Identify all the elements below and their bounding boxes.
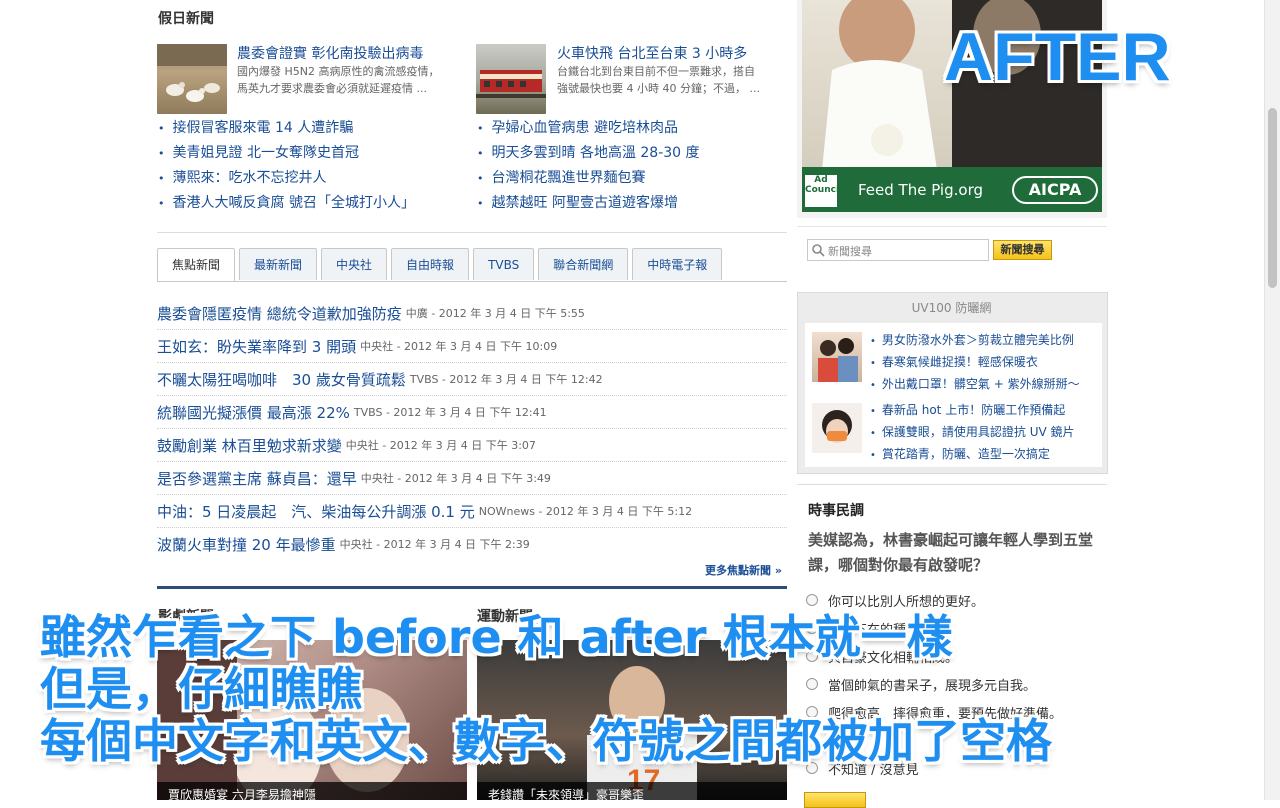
lead-headline-1[interactable]: 農委會證實 彰化南投驗出病毒 <box>237 43 423 63</box>
couple-photo-icon <box>818 338 858 382</box>
sports-caption[interactable]: 老錢讚「未來領導」豪哥樂歪 <box>488 786 644 803</box>
tab-baseline <box>157 281 787 282</box>
list-item[interactable]: 保護雙眼，請使用具認證抗 UV 鏡片 <box>870 422 1075 444</box>
news-meta: TVBS - 2012 年 3 月 4 日 下午 12:41 <box>353 406 547 419</box>
table-row: 中油：5 日凌晨起 汽、柴油每公升調漲 0.1 元 NOWnews - 2012 … <box>157 495 787 528</box>
news-meta: 中廣 - 2012 年 3 月 4 日 下午 5:55 <box>405 307 585 320</box>
news-headline[interactable]: 王如玄：盼失業率降到 3 開頭 <box>157 336 356 357</box>
chicken-image-icon <box>157 44 227 102</box>
divider <box>797 484 1107 485</box>
search-icon <box>812 244 825 257</box>
search-placeholder: 新聞搜尋 <box>828 245 872 258</box>
list-item[interactable]: 接假冒客服來電 14 人遭詐騙 <box>158 116 415 141</box>
news-headline[interactable]: 是否參選黨主席 蘇貞昌：還早 <box>157 468 357 489</box>
lead-summary-1b: 馬英九才要求農委會必須就延遲疫情 ... <box>237 82 427 95</box>
list-item[interactable]: 外出戴口罩！髒空氣 + 紫外線掰掰～ <box>870 374 1080 396</box>
poll-title: 時事民調 <box>808 503 864 519</box>
section-divider <box>157 586 787 589</box>
overlay-caption-line-1: 雖然乍看之下 before 和 after 根本就一樣 <box>40 610 953 664</box>
ad-text: Feed The Pig.org <box>858 181 983 199</box>
tab-focus-news[interactable]: 焦點新聞 <box>157 248 236 282</box>
focus-news-list: 農委會隱匿疫情 總統令道歉加強防疫 中廣 - 2012 年 3 月 4 日 下午 … <box>157 297 787 560</box>
table-row: 是否參選黨主席 蘇貞昌：還早 中央社 - 2012 年 3 月 4 日 下午 3:… <box>157 462 787 495</box>
news-source-tabs: 焦點新聞 最新新聞 中央社 自由時報 TVBS 聯合新聞網 中時電子報 <box>157 248 726 282</box>
news-meta: 中央社 - 2012 年 3 月 4 日 下午 3:07 <box>345 439 536 452</box>
list-item[interactable]: 孕婦心血管病患 避吃培林肉品 <box>477 116 700 141</box>
list-item[interactable]: 賞花踏青，防曬、造型一次搞定 <box>870 444 1075 466</box>
tab-chinatimes[interactable]: 中時電子報 <box>632 248 723 280</box>
news-headline[interactable]: 農委會隱匿疫情 總統令道歉加強防疫 <box>157 303 402 324</box>
lead-summary-2b: 強號最快也要 4 小時 40 分鐘；不過， ... <box>557 82 760 95</box>
news-headline[interactable]: 鼓勵創業 林百里勉求新求變 <box>157 435 342 456</box>
poll-submit-button[interactable] <box>804 792 866 808</box>
list-item[interactable]: 男女防潑水外套＞剪裁立體完美比例 <box>870 330 1080 352</box>
lead-summary-1a: 國內爆發 H5N2 高病原性的禽流感疫情， <box>237 65 440 78</box>
train-thumbnail[interactable] <box>476 44 546 114</box>
tab-latest-news[interactable]: 最新新聞 <box>239 248 318 280</box>
ad-council-logo: Ad Council <box>805 175 842 207</box>
train-image-icon <box>476 70 546 98</box>
table-row: 鼓勵創業 林百里勉求新求變 中央社 - 2012 年 3 月 4 日 下午 3:0… <box>157 429 787 462</box>
table-row: 農委會隱匿疫情 總統令道歉加強防疫 中廣 - 2012 年 3 月 4 日 下午 … <box>157 297 787 330</box>
uv-links-1: 男女防潑水外套＞剪裁立體完美比例 春寒氣候雌捉摸！輕感保暖衣 外出戴口罩！髒空氣… <box>870 330 1080 396</box>
list-item[interactable]: 台灣桐花飄進世界麵包賽 <box>477 166 700 191</box>
holiday-links-right: 孕婦心血管病患 避吃培林肉品 明天多雲到晴 各地高溫 28-30 度 台灣桐花飄… <box>477 116 700 216</box>
poll-option[interactable]: 當個帥氣的書呆子，展現多元自我。 <box>806 670 1106 698</box>
scrollbar-thumb[interactable] <box>1268 108 1277 288</box>
radio-button[interactable] <box>806 678 818 690</box>
news-meta: NOWnews - 2012 年 3 月 4 日 下午 5:12 <box>478 505 693 518</box>
list-item[interactable]: 春寒氣候雌捉摸！輕感保暖衣 <box>870 352 1080 374</box>
list-item[interactable]: 春新品 hot 上市！防曬工作預備起 <box>870 400 1075 422</box>
overlay-caption-line-3: 每個中文字和英文、數字、符號之間都被加了空格 <box>40 714 1052 768</box>
lead-summary-2a: 台鐵台北到台東目前不但一票難求，搭自 <box>557 65 755 78</box>
tab-liberty-times[interactable]: 自由時報 <box>391 248 470 280</box>
aicpa-logo: AICPA <box>1012 176 1098 204</box>
tab-udn[interactable]: 聯合新聞網 <box>538 248 629 280</box>
overlay-caption-line-2: 但是，仔細瞧瞧 <box>40 662 362 716</box>
table-row: 王如玄：盼失業率降到 3 開頭 中央社 - 2012 年 3 月 4 日 下午 1… <box>157 330 787 363</box>
more-focus-news-link[interactable]: 更多焦點新聞 » <box>705 562 782 578</box>
news-meta: 中央社 - 2012 年 3 月 4 日 下午 2:39 <box>339 538 530 551</box>
entertainment-caption[interactable]: 賈欣惠婚宴 六月李易擔神隱 <box>168 786 316 803</box>
divider <box>157 232 787 233</box>
news-headline[interactable]: 統聯國光擬漲價 最高漲 22% <box>157 402 350 423</box>
news-headline[interactable]: 不曬太陽狂喝咖啡 30 歲女骨質疏鬆 <box>157 369 406 390</box>
uv-thumb-1[interactable] <box>812 332 862 382</box>
uv-thumb-2[interactable] <box>812 403 862 453</box>
poll-question: 美媒認為，林書豪崛起可讓年輕人學到五堂課，哪個對你最有啟發呢？ <box>808 531 1094 574</box>
table-row: 不曬太陽狂喝咖啡 30 歲女骨質疏鬆 TVBS - 2012 年 3 月 4 日 … <box>157 363 787 396</box>
search-input[interactable]: 新聞搜尋 <box>807 239 989 261</box>
list-item[interactable]: 明天多雲到晴 各地高溫 28-30 度 <box>477 141 700 166</box>
tab-tvbs[interactable]: TVBS <box>473 248 535 280</box>
poll-option-label: 你可以比別人所想的更好。 <box>828 594 985 610</box>
news-headline[interactable]: 中油：5 日凌晨起 汽、柴油每公升調漲 0.1 元 <box>157 501 475 522</box>
table-row: 統聯國光擬漲價 最高漲 22% TVBS - 2012 年 3 月 4 日 下午 … <box>157 396 787 429</box>
bird-flu-thumbnail[interactable] <box>157 44 227 114</box>
list-item[interactable]: 薄熙來：吃水不忘挖井人 <box>158 166 415 191</box>
news-meta: 中央社 - 2012 年 3 月 4 日 下午 3:49 <box>360 472 551 485</box>
list-item[interactable]: 越禁越旺 阿聖壹古道遊客爆增 <box>477 191 700 216</box>
holiday-news-title: 假日新聞 <box>158 11 214 27</box>
uv-panel-title[interactable]: UV100 防曬網 <box>797 299 1106 316</box>
after-badge: AFTER <box>944 19 1171 95</box>
holiday-links-left: 接假冒客服來電 14 人遭詐騙 美青姐見證 北一女奪隊史首冠 薄熙來：吃水不忘挖… <box>158 116 415 216</box>
poll-option-label: 當個帥氣的書呆子，展現多元自我。 <box>828 678 1037 694</box>
news-meta: 中央社 - 2012 年 3 月 4 日 下午 10:09 <box>360 340 558 353</box>
news-meta: TVBS - 2012 年 3 月 4 日 下午 12:42 <box>409 373 603 386</box>
list-item[interactable]: 美青姐見證 北一女奪隊史首冠 <box>158 141 415 166</box>
tab-cna[interactable]: 中央社 <box>321 248 388 280</box>
radio-button[interactable] <box>806 594 818 606</box>
table-row: 波蘭火車對撞 20 年最慘重 中央社 - 2012 年 3 月 4 日 下午 2:… <box>157 528 787 560</box>
face-mask-icon <box>822 410 852 443</box>
list-item[interactable]: 香港人大喊反貪腐 號召「全城打小人」 <box>158 191 415 216</box>
uv-links-2: 春新品 hot 上市！防曬工作預備起 保護雙眼，請使用具認證抗 UV 鏡片 賞花… <box>870 400 1075 466</box>
search-button[interactable]: 新聞搜尋 <box>993 240 1052 260</box>
news-headline[interactable]: 波蘭火車對撞 20 年最慘重 <box>157 534 336 555</box>
lead-headline-2[interactable]: 火車快飛 台北至台東 3 小時多 <box>557 43 747 63</box>
